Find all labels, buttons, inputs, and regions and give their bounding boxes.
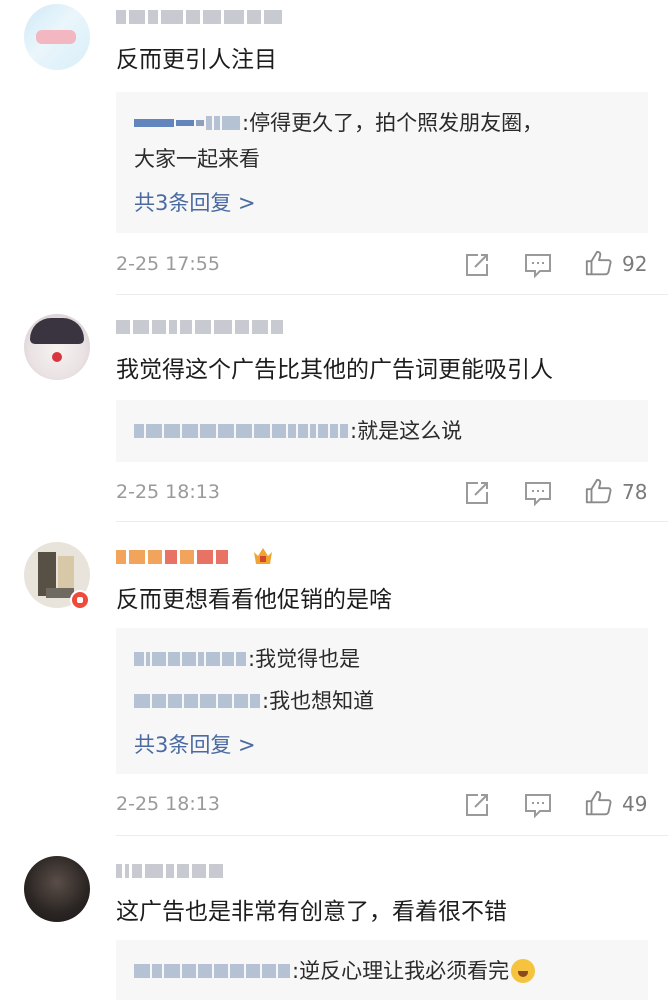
avatar[interactable]: [24, 856, 90, 922]
username-blurred[interactable]: [116, 6, 282, 28]
reply-line[interactable]: : 我也想知道: [134, 686, 374, 716]
divider: [116, 294, 668, 295]
comment-item: 反而更想看看他促销的是啥 : 我觉得也是 : 我也想知道 共3条回复 > 2-2…: [0, 522, 668, 836]
reply-text: 我也想知道: [269, 689, 375, 713]
like-count: 92: [622, 252, 648, 276]
comment-text: 我觉得这个广告比其他的广告词更能吸引人: [116, 357, 553, 383]
share-icon[interactable]: [462, 790, 492, 820]
reply-box[interactable]: : 我觉得也是 : 我也想知道 共3条回复 >: [116, 628, 648, 774]
comment-text: 反而更想看看他促销的是啥: [116, 587, 392, 613]
comment-text: 这广告也是非常有创意了，看着很不错: [116, 899, 507, 925]
reply-line[interactable]: : 就是这么说: [134, 416, 462, 446]
username-blurred[interactable]: [116, 546, 228, 568]
reply-separator: :: [292, 959, 300, 983]
reply-separator: :: [350, 419, 358, 443]
reply-text: 我觉得也是: [255, 647, 361, 671]
reply-line[interactable]: : 停得更久了，拍个照发朋友圈，: [134, 108, 543, 138]
reply-username-blurred[interactable]: [134, 652, 246, 666]
like-count: 49: [622, 792, 648, 816]
reply-username-blurred[interactable]: [134, 694, 260, 708]
more-replies-link[interactable]: 共3条回复 >: [134, 188, 256, 218]
reply-box[interactable]: : 逆反心理让我必须看完: [116, 940, 648, 1000]
reply-username-blurred[interactable]: [134, 964, 290, 978]
avatar[interactable]: [24, 314, 90, 380]
reply-line[interactable]: : 逆反心理让我必须看完: [134, 956, 536, 986]
reply-username-blurred[interactable]: [134, 116, 240, 130]
comment-time: 2-25 17:55: [116, 253, 220, 275]
reply-separator: :: [248, 647, 256, 671]
username-blurred[interactable]: [116, 316, 283, 338]
laughing-crying-emoji-icon: [511, 959, 536, 983]
reply-text: 停得更久了，拍个照发朋友圈，: [249, 111, 544, 135]
reply-separator: :: [262, 689, 270, 713]
comment-icon[interactable]: [523, 478, 553, 508]
verified-badge: [70, 590, 90, 610]
like-count: 78: [622, 480, 648, 504]
more-replies-link[interactable]: 共3条回复 >: [134, 730, 256, 760]
reply-box[interactable]: : 就是这么说: [116, 400, 648, 462]
comment-item: 我觉得这个广告比其他的广告词更能吸引人 : 就是这么说 2-25 18:13 7…: [0, 296, 668, 522]
share-icon[interactable]: [462, 478, 492, 508]
thumbs-up-icon[interactable]: [583, 248, 615, 278]
username-blurred[interactable]: [116, 860, 223, 882]
comment-item: 反而更引人注目 : 停得更久了，拍个照发朋友圈， 大家一起来看 共3条回复 > …: [0, 0, 668, 295]
reply-username-blurred[interactable]: [134, 424, 348, 438]
comment-time: 2-25 18:13: [116, 481, 220, 503]
reply-text: 就是这么说: [357, 419, 463, 443]
vip-badge-icon: [254, 548, 272, 564]
reply-box[interactable]: : 停得更久了，拍个照发朋友圈， 大家一起来看 共3条回复 >: [116, 92, 648, 233]
reply-text: 逆反心理让我必须看完: [299, 959, 510, 983]
reply-line-continued: 大家一起来看: [134, 144, 260, 174]
reply-separator: :: [242, 111, 250, 135]
thumbs-up-icon[interactable]: [583, 476, 615, 506]
comment-icon[interactable]: [523, 790, 553, 820]
comment-text: 反而更引人注目: [116, 47, 277, 73]
reply-line[interactable]: : 我觉得也是: [134, 644, 360, 674]
avatar[interactable]: [24, 4, 90, 70]
share-icon[interactable]: [462, 250, 492, 280]
thumbs-up-icon[interactable]: [583, 788, 615, 818]
comment-item: 这广告也是非常有创意了，看着很不错 : 逆反心理让我必须看完: [0, 836, 668, 1000]
comment-icon[interactable]: [523, 250, 553, 280]
comment-time: 2-25 18:13: [116, 793, 220, 815]
reply-text: 大家一起来看: [134, 147, 260, 171]
